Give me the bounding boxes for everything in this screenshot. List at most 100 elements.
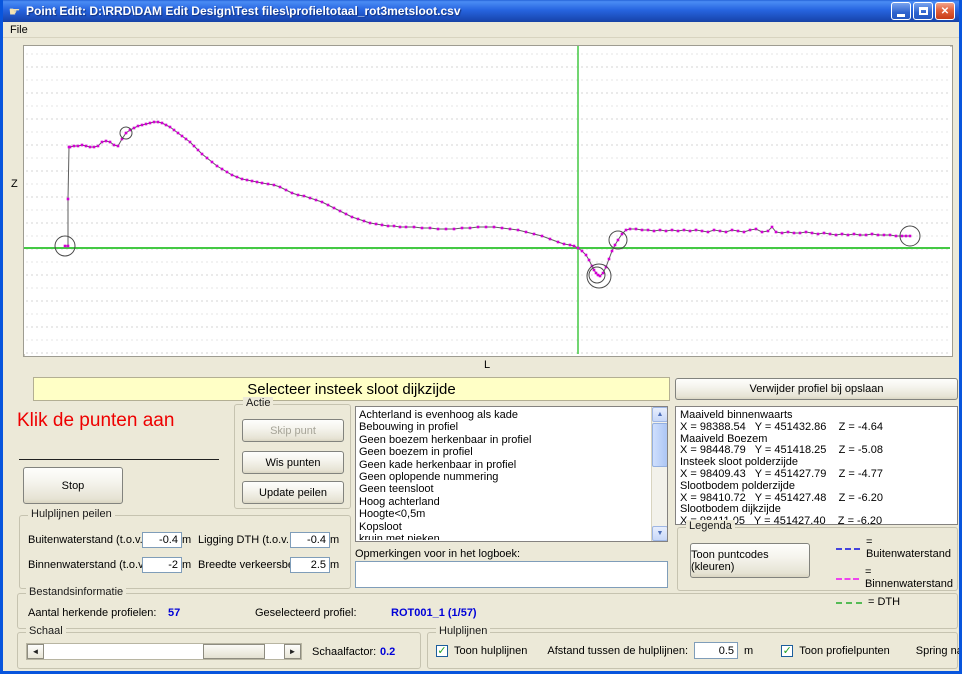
aantal-profielen-value: 57	[168, 607, 180, 619]
logbook-label: Opmerkingen voor in het logboek:	[355, 548, 520, 560]
chart-plot-area[interactable]	[24, 46, 950, 354]
legenda-groupbox: Legenda Toon puntcodes (kleuren) = Buite…	[677, 527, 958, 591]
minimize-button[interactable]	[891, 2, 911, 20]
buitenwaterstand-input[interactable]	[142, 532, 182, 548]
buitenwaterstand-label: Buitenwaterstand (t.o.v. NAP):	[28, 534, 142, 546]
arrow-down-icon: ▼	[657, 530, 664, 537]
x-axis-label: L	[484, 359, 490, 371]
hulplijnen-peilen-title: Hulplijnen peilen	[28, 508, 115, 520]
point-name: Slootbodem polderzijde	[680, 481, 953, 493]
spring-naar-label: Spring naar:	[916, 645, 962, 657]
breedte-verkeersbelasting-unit: m	[330, 559, 342, 571]
list-item[interactable]: Kopsloot	[359, 521, 648, 533]
list-item[interactable]: kruin met pieken	[359, 533, 648, 540]
y-axis-label: Z	[11, 178, 18, 190]
maximize-button[interactable]	[913, 2, 933, 20]
selection-banner: Selecteer insteek sloot dijkzijde	[33, 377, 670, 401]
app-window: ☛ Point Edit: D:\RRD\DAM Edit Design\Tes…	[0, 0, 962, 674]
aantal-profielen-label: Aantal herkende profielen:	[28, 607, 156, 619]
remarks-listbox[interactable]: Achterland is evenhoog als kadeBebouwing…	[355, 406, 668, 542]
afstand-hulplijnen-label: Afstand tussen de hulplijnen:	[547, 645, 688, 657]
close-icon: ✕	[941, 6, 949, 17]
instruction-text: Klik de punten aan	[17, 410, 174, 432]
toon-profielpunten-label: Toon profielpunten	[799, 645, 890, 657]
schaal-scrollbar[interactable]: ◄ ►	[26, 643, 302, 660]
legend-dash-icon	[836, 548, 860, 550]
title-bar[interactable]: ☛ Point Edit: D:\RRD\DAM Edit Design\Tes…	[3, 0, 959, 22]
binnenwaterstand-input[interactable]	[142, 557, 182, 573]
hulplijnen-groupbox: Hulplijnen ✓ Toon hulplijnen Afstand tus…	[427, 632, 958, 669]
geselecteerd-profiel-value: ROT001_1 (1/57)	[391, 607, 477, 619]
bestandsinformatie-title: Bestandsinformatie	[26, 586, 126, 598]
logbook-input[interactable]	[355, 561, 668, 588]
ligging-dth-input[interactable]	[290, 532, 330, 548]
list-item[interactable]: Geen boezem herkenbaar in profiel	[359, 434, 648, 446]
menu-bar: File	[3, 22, 959, 38]
toon-hulplijnen-checkbox[interactable]: ✓	[436, 645, 448, 657]
schaal-title: Schaal	[26, 625, 66, 637]
window-title: Point Edit: D:\RRD\DAM Edit Design\Test …	[26, 4, 891, 18]
legend-entry: = Binnenwaterstand	[836, 566, 953, 590]
arrow-left-icon: ◄	[32, 647, 40, 656]
legend-dash-icon	[836, 578, 859, 580]
toon-profielpunten-checkbox[interactable]: ✓	[781, 645, 793, 657]
point-coordinates: X = 98409.43 Y = 451427.79 Z = -4.77	[680, 469, 953, 481]
legenda-title: Legenda	[686, 520, 735, 532]
list-item[interactable]: Achterland is evenhoog als kade	[359, 409, 648, 421]
actie-title: Actie	[243, 397, 273, 409]
geselecteerd-profiel-label: Geselecteerd profiel:	[255, 607, 357, 619]
remarks-listbox-items: Achterland is evenhoog als kadeBebouwing…	[357, 408, 650, 540]
actie-groupbox: Actie Skip punt Wis punten Update peilen	[234, 404, 351, 509]
schaal-scrollbar-thumb[interactable]	[203, 644, 265, 659]
maximize-icon	[919, 7, 928, 15]
legend-label: = Binnenwaterstand	[865, 566, 953, 590]
toon-hulplijnen-label: Toon hulplijnen	[454, 645, 527, 657]
bestandsinformatie-groupbox: Bestandsinformatie Aantal herkende profi…	[17, 593, 958, 629]
toon-puntcodes-button[interactable]: Toon puntcodes (kleuren)	[690, 543, 810, 578]
schaalfactor-label: Schaalfactor:	[312, 646, 376, 658]
legend-label: = Buitenwaterstand	[866, 536, 953, 560]
profile-chart[interactable]	[23, 45, 953, 357]
list-item[interactable]: Geen boezem in profiel	[359, 446, 648, 458]
scroll-down-button[interactable]: ▼	[652, 526, 668, 541]
legend-entry: = Buitenwaterstand	[836, 536, 953, 560]
hulplijnen-peilen-groupbox: Hulplijnen peilen Buitenwaterstand (t.o.…	[19, 515, 351, 589]
breedte-verkeersbelasting-label: Breedte verkeersbelasting:	[198, 559, 290, 571]
scrollbar-thumb[interactable]	[652, 423, 668, 467]
divider-line	[19, 459, 219, 460]
list-item[interactable]: Hoog achterland	[359, 496, 648, 508]
wis-punten-button[interactable]: Wis punten	[242, 451, 344, 474]
update-peilen-button[interactable]: Update peilen	[242, 481, 344, 504]
app-icon: ☛	[7, 4, 22, 19]
schaal-groupbox: Schaal ◄ ► Schaalfactor: 0.2	[17, 632, 421, 669]
afstand-unit: m	[744, 645, 753, 657]
selected-points-panel: Maaiveld binnenwaartsX = 98388.54 Y = 45…	[675, 406, 958, 525]
ligging-dth-unit: m	[330, 534, 342, 546]
menu-file[interactable]: File	[3, 23, 35, 37]
ligging-dth-label: Ligging DTH (t.o.v. NAP):	[198, 534, 290, 546]
list-item[interactable]: Hoogte<0,5m	[359, 508, 648, 520]
arrow-up-icon: ▲	[657, 411, 664, 418]
list-item[interactable]: Bebouwing in profiel	[359, 421, 648, 433]
afstand-hulplijnen-input[interactable]	[694, 642, 738, 659]
breedte-verkeersbelasting-input[interactable]	[290, 557, 330, 573]
scroll-left-button[interactable]: ◄	[27, 644, 44, 659]
listbox-scrollbar[interactable]: ▲ ▼	[651, 407, 667, 541]
minimize-icon	[897, 14, 905, 17]
verwijder-profiel-button[interactable]: Verwijder profiel bij opslaan	[675, 378, 958, 400]
close-button[interactable]: ✕	[935, 2, 955, 20]
scroll-up-button[interactable]: ▲	[652, 407, 668, 422]
schaalfactor-value: 0.2	[380, 646, 395, 658]
arrow-right-icon: ►	[289, 647, 297, 656]
skip-punt-button[interactable]: Skip punt	[242, 419, 344, 442]
list-item[interactable]: Geen oplopende nummering	[359, 471, 648, 483]
list-item[interactable]: Geen teensloot	[359, 483, 648, 495]
info-panel-lines: Maaiveld binnenwaartsX = 98388.54 Y = 45…	[680, 410, 953, 525]
stop-button[interactable]: Stop	[23, 467, 123, 504]
point-coordinates: X = 98388.54 Y = 451432.86 Z = -4.64	[680, 422, 953, 434]
list-item[interactable]: Geen kade herkenbaar in profiel	[359, 459, 648, 471]
binnenwaterstand-label: Binnenwaterstand (t.o.v. NAP):	[28, 559, 142, 571]
buitenwaterstand-unit: m	[182, 534, 198, 546]
binnenwaterstand-unit: m	[182, 559, 198, 571]
scroll-right-button[interactable]: ►	[284, 644, 301, 659]
